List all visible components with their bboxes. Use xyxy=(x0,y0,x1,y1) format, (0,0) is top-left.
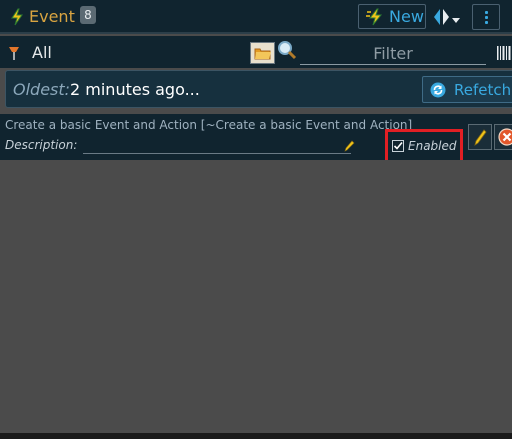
delete-button[interactable] xyxy=(494,124,512,150)
lightning-icon xyxy=(366,8,383,26)
oldest-bar: Oldest: 2 minutes ago... Refetch xyxy=(5,70,512,108)
pin-icon[interactable] xyxy=(8,45,20,61)
refetch-button-label: Refetch xyxy=(454,81,512,99)
barcode-icon[interactable] xyxy=(496,44,512,62)
count-badge: 8 xyxy=(80,6,96,24)
enabled-label: Enabled xyxy=(408,139,457,153)
description-label: Description: xyxy=(5,138,78,152)
event-title[interactable]: Create a basic Event and Action [~Create… xyxy=(5,118,412,132)
search-icon xyxy=(278,41,297,60)
delete-icon xyxy=(498,128,512,146)
header-bar: Event 8 New xyxy=(0,0,512,34)
filter-bar: All xyxy=(0,36,512,68)
folder-icon xyxy=(254,48,271,60)
folder-button[interactable] xyxy=(250,42,275,64)
description-field[interactable] xyxy=(83,137,351,154)
pencil-icon xyxy=(474,129,487,146)
filter-input[interactable] xyxy=(300,42,486,65)
refresh-icon xyxy=(430,82,446,98)
refetch-button[interactable]: Refetch xyxy=(422,76,512,103)
bottom-strip xyxy=(0,433,512,439)
view-toggle-icon[interactable] xyxy=(432,6,462,28)
page-title: Event xyxy=(29,7,75,26)
new-button-label: New xyxy=(389,7,424,26)
checkbox-checked-icon xyxy=(392,140,404,152)
oldest-value: 2 minutes ago... xyxy=(70,80,200,99)
event-row: Create a basic Event and Action [~Create… xyxy=(0,114,512,160)
filter-scope-label[interactable]: All xyxy=(32,43,52,63)
lightning-icon xyxy=(11,8,23,26)
app-window: Event 8 New All Filter Oldest: 2 minutes… xyxy=(0,0,512,439)
pencil-icon[interactable] xyxy=(343,140,355,152)
new-button[interactable]: New xyxy=(358,4,426,29)
oldest-label: Oldest: xyxy=(13,80,71,99)
kebab-menu-button[interactable] xyxy=(472,4,500,30)
edit-button[interactable] xyxy=(468,124,492,150)
content-area xyxy=(0,160,512,433)
